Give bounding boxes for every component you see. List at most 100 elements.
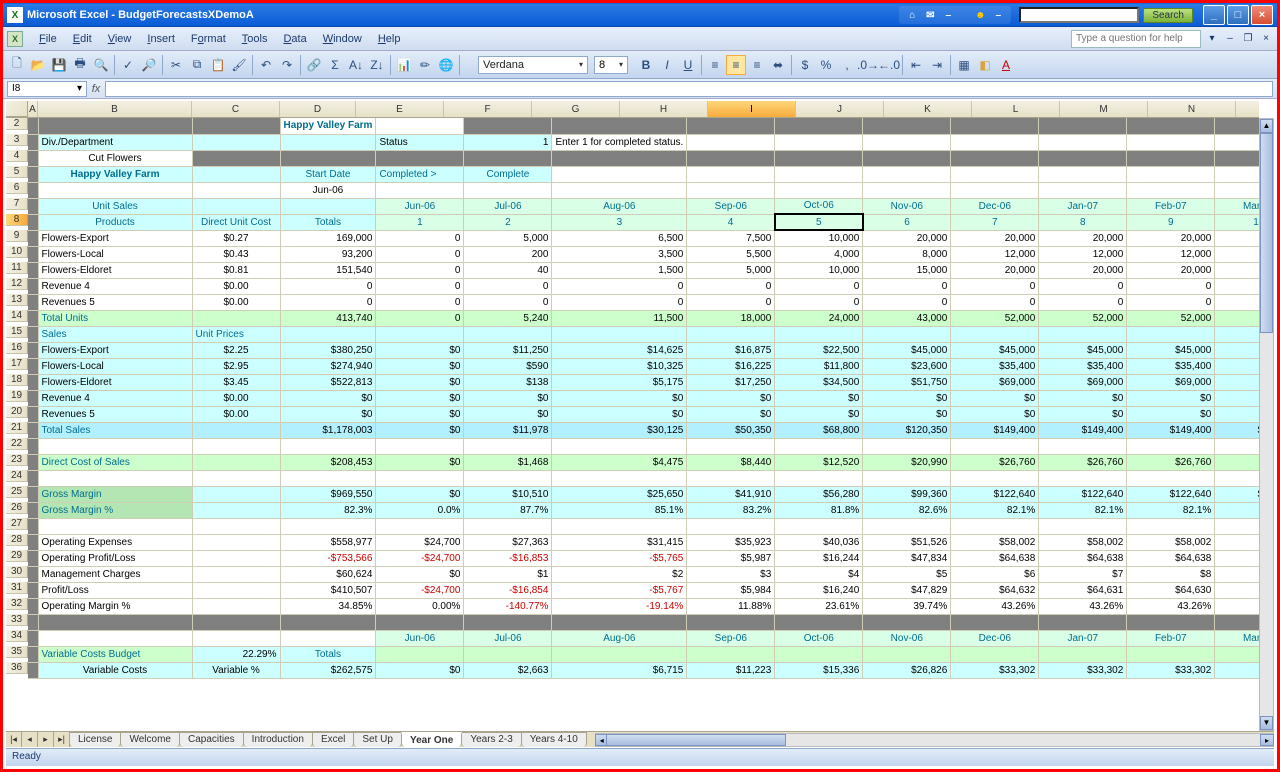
- cell[interactable]: 43.26%: [1039, 598, 1127, 614]
- cell[interactable]: $5: [863, 566, 951, 582]
- cell[interactable]: 4,000: [775, 246, 863, 262]
- cell[interactable]: [951, 166, 1039, 182]
- cell[interactable]: $40,036: [775, 534, 863, 550]
- formula-input[interactable]: [105, 81, 1273, 97]
- col-header[interactable]: G: [532, 101, 620, 117]
- cell[interactable]: [28, 614, 38, 630]
- cell[interactable]: [192, 310, 280, 326]
- cell[interactable]: Oct-06: [775, 198, 863, 214]
- cell[interactable]: Div./Department: [38, 134, 192, 150]
- cell[interactable]: $51,526: [863, 534, 951, 550]
- row-header[interactable]: 35: [6, 646, 28, 658]
- worksheet-grid[interactable]: A B C D E F G H I J K L M N 2Happy Valle…: [6, 101, 1259, 731]
- cell[interactable]: $122,640: [1039, 486, 1127, 502]
- cell[interactable]: [192, 422, 280, 438]
- cell[interactable]: $64,631: [1039, 582, 1127, 598]
- cell[interactable]: $0: [1215, 390, 1259, 406]
- cell[interactable]: 82.1%: [951, 502, 1039, 518]
- cell[interactable]: [464, 182, 552, 198]
- cell[interactable]: $1,468: [464, 454, 552, 470]
- cell[interactable]: [775, 134, 863, 150]
- cell[interactable]: $122,640: [1127, 486, 1215, 502]
- cell[interactable]: Mar-07: [1215, 198, 1259, 214]
- name-box[interactable]: I8▾: [7, 81, 87, 97]
- row-header[interactable]: 36: [6, 662, 28, 674]
- font-color-icon[interactable]: A: [996, 55, 1016, 75]
- cell[interactable]: [192, 454, 280, 470]
- cell[interactable]: 0: [552, 278, 687, 294]
- cell[interactable]: $0: [376, 406, 464, 422]
- cell[interactable]: [280, 134, 376, 150]
- row-header[interactable]: 5: [6, 166, 28, 178]
- cell[interactable]: 0: [1127, 294, 1215, 310]
- cut-icon[interactable]: ✂: [166, 55, 186, 75]
- cell[interactable]: $0.81: [192, 262, 280, 278]
- cell[interactable]: $5,987: [687, 550, 775, 566]
- cell[interactable]: $45,000: [863, 342, 951, 358]
- cell[interactable]: $590: [464, 358, 552, 374]
- cell[interactable]: [1127, 326, 1215, 342]
- cell[interactable]: $47,834: [863, 550, 951, 566]
- cell[interactable]: 0: [464, 294, 552, 310]
- cell[interactable]: $0: [376, 342, 464, 358]
- tab-nav-first-icon[interactable]: |◂: [6, 732, 22, 747]
- cell[interactable]: [1039, 150, 1127, 166]
- cell[interactable]: Direct Cost of Sales: [38, 454, 192, 470]
- help-dropdown-icon[interactable]: ▾: [1205, 32, 1219, 46]
- row-header[interactable]: 16: [6, 342, 28, 354]
- row-header[interactable]: 33: [6, 614, 28, 626]
- row-header[interactable]: 14: [6, 310, 28, 322]
- row-header[interactable]: 11: [6, 262, 28, 274]
- scroll-down-icon[interactable]: ▼: [1260, 716, 1273, 730]
- cell[interactable]: -19.14%: [552, 598, 687, 614]
- cell[interactable]: $0: [1039, 390, 1127, 406]
- cell[interactable]: 87.7%: [464, 502, 552, 518]
- cell[interactable]: $0: [376, 566, 464, 582]
- cell[interactable]: 20,000: [863, 230, 951, 246]
- cell[interactable]: Revenue 4: [38, 278, 192, 294]
- cell[interactable]: $0: [280, 390, 376, 406]
- help-search-input[interactable]: [1071, 30, 1201, 48]
- cell[interactable]: $0: [552, 390, 687, 406]
- cell[interactable]: [280, 518, 376, 534]
- cell[interactable]: Flowers-Export: [38, 230, 192, 246]
- row-header[interactable]: 23: [6, 454, 28, 466]
- cell[interactable]: 3,500: [552, 246, 687, 262]
- cell[interactable]: [687, 326, 775, 342]
- cell[interactable]: $8,440: [687, 454, 775, 470]
- cell[interactable]: 9: [1127, 214, 1215, 230]
- cell[interactable]: $26,826: [863, 662, 951, 678]
- msn-toolbar[interactable]: ⌂ ✉ – ☻ –: [899, 6, 1011, 24]
- cell[interactable]: 12,000: [1039, 246, 1127, 262]
- cell[interactable]: Aug-06: [552, 630, 687, 646]
- menu-help[interactable]: Help: [370, 31, 409, 47]
- cell[interactable]: $56,280: [775, 486, 863, 502]
- col-header[interactable]: L: [972, 101, 1060, 117]
- sheet-tab[interactable]: Capacities: [179, 732, 244, 747]
- row-header[interactable]: 28: [6, 534, 28, 546]
- format-painter-icon[interactable]: 🖌: [229, 55, 249, 75]
- cell[interactable]: $26,760: [1215, 454, 1259, 470]
- sort-desc-icon[interactable]: Z↓: [367, 55, 387, 75]
- copy-icon[interactable]: ⧉: [187, 55, 207, 75]
- cell[interactable]: $0: [376, 358, 464, 374]
- cell[interactable]: 82.6%: [863, 502, 951, 518]
- cell[interactable]: $0: [863, 406, 951, 422]
- cell[interactable]: -$24,700: [376, 550, 464, 566]
- cell[interactable]: 0: [376, 310, 464, 326]
- cell[interactable]: $99,360: [863, 486, 951, 502]
- cell[interactable]: [1215, 118, 1259, 134]
- cell[interactable]: [464, 150, 552, 166]
- col-header[interactable]: K: [884, 101, 972, 117]
- cell[interactable]: -$16,854: [464, 582, 552, 598]
- cell[interactable]: [28, 454, 38, 470]
- cell[interactable]: [687, 118, 775, 134]
- cell[interactable]: [376, 182, 464, 198]
- cell[interactable]: $45,000: [1039, 342, 1127, 358]
- cell[interactable]: Dec-06: [951, 198, 1039, 214]
- cell[interactable]: Mar-07: [1215, 630, 1259, 646]
- cell[interactable]: $122,640: [951, 486, 1039, 502]
- cell[interactable]: [464, 438, 552, 454]
- cell[interactable]: $274,940: [280, 358, 376, 374]
- cell[interactable]: $1,178,003: [280, 422, 376, 438]
